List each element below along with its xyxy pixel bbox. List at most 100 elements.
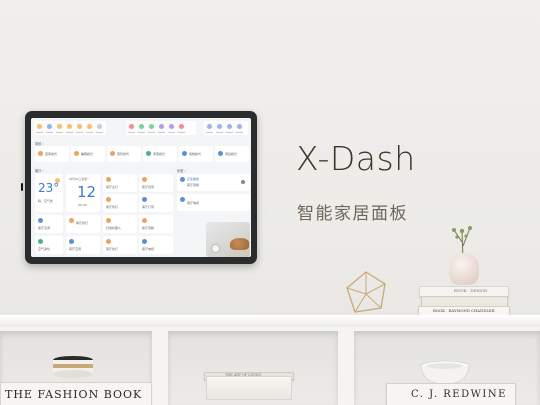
storage-box [206, 376, 292, 400]
device-control-label: 扫地机器人 [106, 226, 122, 230]
lamp-icon [69, 218, 74, 223]
book-fashion: THE FASHION BOOK [0, 382, 152, 405]
shelf-top [0, 315, 540, 327]
room-card-purifier[interactable]: 空气净化 [35, 236, 63, 254]
quick-toggle-curtain[interactable] [65, 122, 74, 134]
device-control-card[interactable]: 客厅音箱 [139, 215, 173, 233]
device-control-card[interactable]: 扫地机器人 [103, 215, 137, 233]
bedroom-ac-icon [180, 197, 185, 202]
device-control-card[interactable]: 客厅射灯 [103, 236, 137, 254]
weather-temperature: 23° [38, 181, 60, 195]
product-title: X-Dash [296, 139, 416, 178]
room-card-purifier-label: 空气净化 [38, 247, 51, 251]
smart-home-dashboard: 场景 › 客厅 › 卧室 › 23° 晴 · 空气优 01月01日 星期一 12… [31, 118, 251, 257]
quick-toggle-mode[interactable] [167, 122, 176, 134]
media-card[interactable]: 正在播放 客厅音箱 [177, 174, 250, 191]
quick-toggle-settings[interactable] [205, 122, 214, 134]
device-control-card[interactable]: 客厅电视 [139, 236, 173, 254]
read-icon [218, 151, 223, 156]
device-control-label: 客厅电视 [142, 247, 155, 251]
scene-card[interactable]: 用餐模式 [179, 146, 213, 162]
quick-toggle-more[interactable] [235, 122, 244, 134]
scene-card[interactable]: 观影模式 [107, 146, 141, 162]
device-control-label: 客厅窗帘 [142, 185, 155, 189]
camera-feed-card[interactable] [206, 222, 250, 257]
quick-toggle-user[interactable] [215, 122, 224, 134]
quick-toggle-light[interactable] [35, 122, 44, 134]
weather-description: 晴 · 空气优 [38, 199, 53, 203]
quick-toggle-notice[interactable] [225, 122, 234, 134]
device-control-card[interactable]: 客厅主灯 [103, 174, 137, 192]
quick-toggle-water[interactable] [137, 122, 146, 134]
room-card-lamp-label: 客厅射灯 [76, 221, 89, 225]
clock-subtime: 00:00 [78, 203, 87, 207]
scene-card[interactable]: 睡眠模式 [71, 146, 105, 162]
device-icon [106, 197, 111, 202]
device-control-label: 客厅音箱 [142, 226, 155, 230]
clock-date: 01月01日 星期一 [69, 178, 90, 181]
device-control-label: 客厅主灯 [106, 185, 119, 189]
scene-card-label: 离家模式 [153, 152, 166, 156]
meal-icon [182, 151, 187, 156]
quick-toggle-fan[interactable] [55, 122, 64, 134]
quick-toggle-energy[interactable] [147, 122, 156, 134]
geometric-ornament [346, 271, 386, 313]
quick-toggle-speaker[interactable] [85, 122, 94, 134]
scene-card-label: 用餐模式 [189, 152, 202, 156]
scene-card[interactable]: 离家模式 [143, 146, 177, 162]
room-card-ac[interactable]: 客厅空调 [35, 215, 63, 233]
book-redwine: C. J. REDWINE [386, 383, 516, 405]
quick-toggle-group-3 [204, 121, 248, 135]
tablet-device: 场景 › 客厅 › 卧室 › 23° 晴 · 空气优 01月01日 星期一 12… [21, 111, 257, 264]
device-control-card[interactable]: 客厅筒灯 [103, 194, 137, 212]
scene-card[interactable]: 阅读模式 [215, 146, 249, 162]
device-control-card[interactable]: 客厅灯带 [139, 194, 173, 212]
device-icon [142, 218, 147, 223]
device-control-card[interactable]: 客厅窗帘 [139, 174, 173, 192]
tablet-camera [21, 183, 23, 191]
book-title-chandler: BOOK · RAYMOND CHANDLER [433, 308, 495, 313]
quick-toggle-lock[interactable] [177, 122, 186, 134]
device-icon [142, 177, 147, 182]
camera-control-button[interactable] [211, 244, 220, 253]
device-control-card[interactable]: 客厅空调 [66, 236, 100, 254]
product-subtitle: 智能家居面板 [297, 204, 408, 224]
media-title: 正在播放 [187, 177, 200, 181]
ac-icon [38, 218, 43, 223]
clock-card: 01月01日 星期一 12 00:00 [66, 174, 100, 212]
device-icon [69, 239, 74, 244]
device-icon [106, 218, 111, 223]
section-label-right: 卧室 › [177, 169, 186, 173]
music-icon [180, 177, 185, 182]
movie-icon [110, 151, 115, 156]
book-title-redwine: C. J. REDWINE [411, 389, 507, 400]
room-card-ac-label: 客厅空调 [38, 226, 51, 230]
scene-card[interactable]: 回家模式 [35, 146, 69, 162]
media-subtitle: 客厅音箱 [187, 183, 200, 187]
quick-toggle-tv[interactable] [75, 122, 84, 134]
scene-card-label: 回家模式 [45, 152, 58, 156]
bedroom-card[interactable]: 客厅电视 [177, 194, 250, 211]
bedroom-card-label: 客厅电视 [187, 201, 200, 205]
scene-card-label: 睡眠模式 [81, 152, 94, 156]
device-control-label: 客厅射灯 [106, 247, 119, 251]
quick-toggle-camera[interactable] [157, 122, 166, 134]
pet-camera-image [230, 238, 249, 250]
quick-toggle-security[interactable] [127, 122, 136, 134]
sleep-icon [74, 151, 79, 156]
quick-toggle-group-1 [34, 121, 106, 135]
section-label-rooms: 客厅 › [35, 169, 44, 173]
book-title-design: BOOK · DESIGN [454, 288, 488, 293]
weather-card[interactable]: 23° 晴 · 空气优 [35, 174, 63, 212]
quick-toggle-ac[interactable] [45, 122, 54, 134]
room-card-lamp[interactable]: 客厅射灯 [66, 215, 100, 233]
device-icon [142, 197, 147, 202]
quick-toggle-group-2 [126, 121, 196, 135]
device-icon [142, 239, 147, 244]
dashboard-top-bar [34, 121, 248, 135]
scene-card-label: 阅读模式 [225, 152, 238, 156]
play-icon[interactable] [241, 180, 245, 184]
device-control-label: 客厅灯带 [142, 205, 155, 209]
quick-toggle-lamp[interactable] [95, 122, 104, 134]
sun-icon [55, 178, 60, 183]
